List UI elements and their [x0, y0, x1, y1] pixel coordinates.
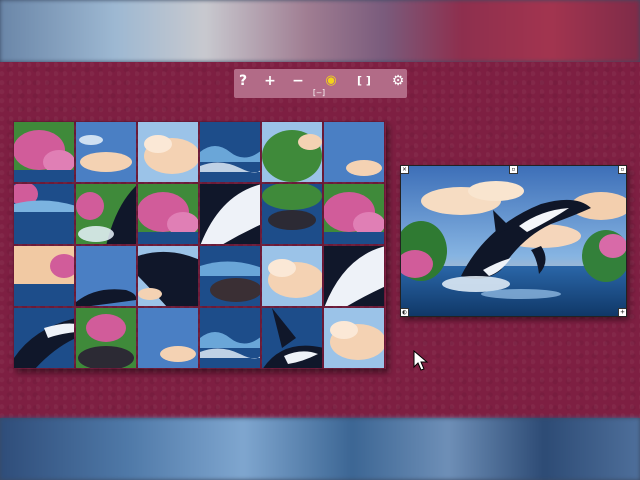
puzzle-piece[interactable]: [137, 307, 199, 369]
puzzle-piece[interactable]: [199, 121, 261, 183]
settings-button[interactable]: ⚙: [389, 72, 407, 90]
mouse-cursor-icon: [413, 350, 429, 371]
puzzle-piece[interactable]: [137, 121, 199, 183]
puzzle-piece-art: [262, 308, 322, 368]
puzzle-grid: [13, 121, 386, 369]
puzzle-piece-art: [138, 184, 198, 244]
puzzle-piece[interactable]: [199, 307, 261, 369]
puzzle-piece[interactable]: [13, 307, 75, 369]
puzzle-piece[interactable]: [261, 183, 323, 245]
puzzle-piece[interactable]: [323, 121, 385, 183]
puzzle-piece[interactable]: [261, 245, 323, 307]
puzzle-piece-art: [14, 122, 74, 182]
puzzle-piece[interactable]: [13, 245, 75, 307]
puzzle-piece-art: [14, 308, 74, 368]
puzzle-piece-art: [138, 122, 198, 182]
zoom-in-button[interactable]: +: [261, 72, 279, 90]
puzzle-piece[interactable]: [261, 121, 323, 183]
fit-screen-sub-icon[interactable]: [—]: [307, 88, 331, 98]
reference-image-art: [401, 166, 626, 316]
brackets-icon: [ ]: [357, 74, 371, 87]
puzzle-piece[interactable]: [75, 183, 137, 245]
fit-screen-button[interactable]: [ ]: [355, 72, 373, 90]
resize-top-right-icon[interactable]: ▫: [618, 166, 626, 174]
resize-bottom-left-icon[interactable]: ◐: [401, 308, 409, 316]
puzzle-piece[interactable]: [75, 245, 137, 307]
puzzle-piece-art: [200, 308, 260, 368]
resize-top-left-icon[interactable]: ✕: [401, 166, 409, 174]
puzzle-piece[interactable]: [75, 307, 137, 369]
gear-icon: ⚙: [391, 73, 405, 89]
reference-image[interactable]: ✕ ▫ ▫ ◐ +: [400, 165, 627, 317]
puzzle-piece[interactable]: [199, 245, 261, 307]
puzzle-piece-art: [76, 184, 136, 244]
puzzle-piece[interactable]: [199, 183, 261, 245]
puzzle-piece[interactable]: [75, 121, 137, 183]
puzzle-piece-art: [14, 246, 74, 306]
puzzle-piece-art: [76, 308, 136, 368]
puzzle-piece-art: [262, 122, 322, 182]
puzzle-piece-art: [200, 246, 260, 306]
puzzle-piece-art: [76, 122, 136, 182]
puzzle-piece[interactable]: [323, 245, 385, 307]
puzzle-piece-art: [200, 184, 260, 244]
puzzle-piece[interactable]: [13, 183, 75, 245]
puzzle-piece-art: [324, 122, 384, 182]
puzzle-piece-art: [138, 308, 198, 368]
eye-icon: ◉: [325, 73, 337, 88]
puzzle-piece[interactable]: [323, 307, 385, 369]
puzzle-piece-art: [324, 246, 384, 306]
resize-top-center-icon[interactable]: ▫: [509, 166, 518, 174]
minus-icon: −: [292, 73, 304, 89]
puzzle-piece-art: [138, 246, 198, 306]
puzzle-piece-art: [324, 184, 384, 244]
puzzle-piece[interactable]: [323, 183, 385, 245]
puzzle-piece-art: [76, 246, 136, 306]
puzzle-piece-art: [262, 184, 322, 244]
puzzle-piece-art: [262, 246, 322, 306]
puzzle-piece-art: [14, 184, 74, 244]
plus-icon: +: [264, 73, 276, 89]
zoom-out-button[interactable]: −: [289, 72, 307, 90]
resize-bottom-right-icon[interactable]: +: [618, 308, 626, 316]
puzzle-piece[interactable]: [137, 245, 199, 307]
help-button[interactable]: ?: [234, 72, 252, 90]
blurred-background-bottom: [0, 418, 640, 480]
puzzle-piece[interactable]: [13, 121, 75, 183]
puzzle-piece-art: [324, 308, 384, 368]
puzzle-piece-art: [200, 122, 260, 182]
puzzle-piece[interactable]: [261, 307, 323, 369]
puzzle-piece[interactable]: [137, 183, 199, 245]
question-icon: ?: [238, 73, 248, 89]
blurred-background-top: [0, 0, 640, 62]
